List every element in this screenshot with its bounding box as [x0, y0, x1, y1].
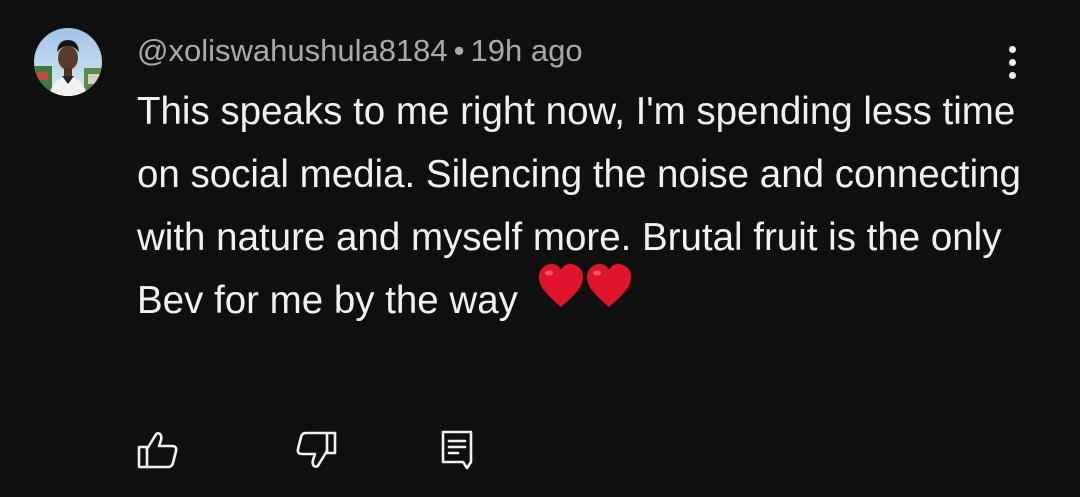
more-vert-icon[interactable]: [992, 38, 1032, 86]
menu-dot: [1008, 71, 1016, 79]
avatar-image: [34, 28, 102, 96]
heart-emoji-icon: [537, 263, 633, 330]
meta-separator: •: [453, 33, 465, 68]
comment-text: This speaks to me right now, I'm spendin…: [137, 80, 1037, 336]
comment-item: @xoliswahushula8184 • 19h ago This speaks …: [0, 0, 1080, 497]
menu-dot: [1008, 58, 1016, 66]
reply-comment-icon[interactable]: [438, 428, 482, 472]
timestamp: 19h ago: [470, 33, 583, 68]
avatar[interactable]: [34, 28, 102, 96]
thumb-down-icon[interactable]: [294, 428, 338, 472]
author-name[interactable]: @xoliswahushula8184: [137, 33, 448, 68]
thumb-up-icon[interactable]: [136, 428, 180, 472]
menu-dot: [1008, 45, 1016, 53]
comment-header: @xoliswahushula8184 • 19h ago: [137, 29, 583, 73]
